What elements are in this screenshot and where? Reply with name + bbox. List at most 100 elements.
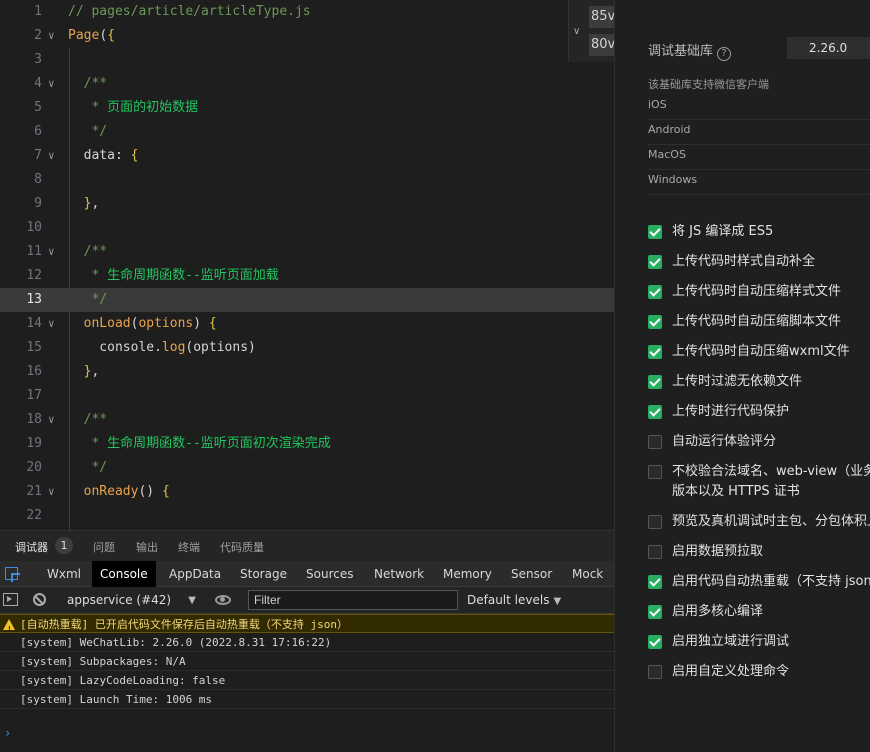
code-token: }: [68, 196, 92, 211]
tab-wxml[interactable]: Wxml: [39, 561, 89, 587]
setting-option[interactable]: 启用代码自动热重载（不支持 json: [648, 572, 870, 596]
console-prompt[interactable]: ›: [4, 726, 11, 740]
platform-item: MacOS: [648, 145, 870, 170]
help-icon[interactable]: ?: [717, 47, 732, 61]
fold-chevron-icon[interactable]: ∨: [48, 144, 55, 168]
fold-chevron-icon[interactable]: ∨: [48, 240, 55, 264]
code-line[interactable]: 8: [0, 168, 614, 192]
checkbox-checked[interactable]: [648, 375, 662, 389]
checkbox-checked[interactable]: [648, 575, 662, 589]
code-line[interactable]: 5 * 页面的初始数据: [0, 96, 614, 120]
code-line[interactable]: 22: [0, 504, 614, 528]
checkbox-unchecked[interactable]: [648, 435, 662, 449]
code-line[interactable]: 2 ∨ Page({: [0, 24, 614, 48]
code-line[interactable]: 19 * 生命周期函数--监听页面初次渲染完成: [0, 432, 614, 456]
code-line[interactable]: 18 ∨ /**: [0, 408, 614, 432]
code-line[interactable]: 21 ∨ onReady() {: [0, 480, 614, 504]
tab-terminal[interactable]: 终端: [178, 539, 200, 555]
checkbox-unchecked[interactable]: [648, 665, 662, 679]
filter-input[interactable]: [248, 590, 458, 610]
code-line[interactable]: 13 */: [0, 288, 614, 312]
setting-option[interactable]: 启用数据预拉取: [648, 542, 870, 566]
context-selector[interactable]: appservice (#42) ▼: [62, 587, 202, 614]
tab-appdata[interactable]: AppData: [161, 561, 229, 587]
code-line[interactable]: 12 * 生命周期函数--监听页面加载: [0, 264, 614, 288]
suggestion-item[interactable]: 85v: [589, 6, 617, 28]
tab-problems[interactable]: 问题: [93, 539, 115, 555]
suggestion-item[interactable]: 80v: [589, 34, 617, 56]
setting-option[interactable]: 预览及真机调试时主包、分包体积上: [648, 512, 870, 536]
setting-option[interactable]: 上传时过滤无依赖文件: [648, 372, 870, 396]
tab-sensor[interactable]: Sensor: [503, 561, 560, 587]
log-levels-dropdown[interactable]: Default levels ▼: [467, 587, 561, 614]
setting-option[interactable]: 上传代码时自动压缩脚本文件: [648, 312, 870, 336]
code-token: /**: [68, 244, 108, 259]
setting-option[interactable]: 上传代码时自动压缩样式文件: [648, 282, 870, 306]
setting-option[interactable]: 启用独立域进行调试: [648, 632, 870, 656]
checkbox-checked[interactable]: [648, 225, 662, 239]
checkbox-checked[interactable]: [648, 345, 662, 359]
base-library-label: 调试基础库?: [648, 40, 732, 61]
chevron-down-icon[interactable]: ∨: [573, 26, 580, 37]
code-token: *: [68, 268, 108, 283]
tab-storage[interactable]: Storage: [232, 561, 295, 587]
inspect-element-icon[interactable]: [5, 567, 20, 582]
tab-debugger[interactable]: 调试器: [15, 539, 48, 555]
checkbox-unchecked[interactable]: [648, 545, 662, 559]
code-line[interactable]: 9 },: [0, 192, 614, 216]
caret-down-icon: ▼: [553, 596, 562, 607]
checkbox-checked[interactable]: [648, 635, 662, 649]
checkbox-checked[interactable]: [648, 255, 662, 269]
code-token: (options): [185, 340, 256, 355]
code-line[interactable]: 11 ∨ /**: [0, 240, 614, 264]
code-line[interactable]: 10: [0, 216, 614, 240]
tab-sources[interactable]: Sources: [298, 561, 361, 587]
code-line[interactable]: 17: [0, 384, 614, 408]
tab-memory[interactable]: Memory: [435, 561, 500, 587]
checkbox-checked[interactable]: [648, 605, 662, 619]
tab-output[interactable]: 输出: [136, 539, 158, 555]
checkbox-checked[interactable]: [648, 315, 662, 329]
code-line[interactable]: 1 // pages/article/articleType.js: [0, 0, 614, 24]
setting-option[interactable]: 自动运行体验评分: [648, 432, 870, 456]
base-library-select[interactable]: 2.26.0 0: [787, 37, 870, 59]
show-sidebar-icon[interactable]: [3, 593, 18, 606]
code-line[interactable]: 15 console.log(options): [0, 336, 614, 360]
fold-chevron-icon[interactable]: ∨: [48, 312, 55, 336]
line-number: 16: [26, 364, 42, 379]
setting-option[interactable]: 启用多核心编译: [648, 602, 870, 626]
platform-item: Windows: [648, 170, 870, 195]
checkbox-unchecked[interactable]: [648, 515, 662, 529]
code-line[interactable]: 7 ∨ data: {: [0, 144, 614, 168]
code-editor[interactable]: 1// pages/article/articleType.js 2 ∨ Page({…: [0, 0, 614, 530]
checkbox-checked[interactable]: [648, 405, 662, 419]
clear-console-icon[interactable]: [33, 593, 46, 606]
setting-option[interactable]: 启用自定义处理命令: [648, 662, 870, 686]
line-number: 9: [34, 196, 42, 211]
code-line[interactable]: 6 */: [0, 120, 614, 144]
code-line[interactable]: 20 */: [0, 456, 614, 480]
code-line[interactable]: 16 },: [0, 360, 614, 384]
checkbox-checked[interactable]: [648, 285, 662, 299]
fold-chevron-icon[interactable]: ∨: [48, 24, 55, 48]
code-line[interactable]: 4 ∨ /**: [0, 72, 614, 96]
code-line[interactable]: 14 ∨ onLoad(options) {: [0, 312, 614, 336]
setting-option[interactable]: 不校验合法域名、web-view（业务 版本以及 HTTPS 证书: [648, 462, 870, 499]
base-library-version: 2.26.0: [809, 41, 848, 55]
fold-chevron-icon[interactable]: ∨: [48, 480, 55, 504]
code-line[interactable]: 3: [0, 48, 614, 72]
setting-option[interactable]: 上传代码时自动压缩wxml文件: [648, 342, 870, 366]
fold-chevron-icon[interactable]: ∨: [48, 72, 55, 96]
caret-down-icon: ▼: [188, 595, 196, 606]
tab-console[interactable]: Console: [92, 561, 156, 587]
eye-icon[interactable]: [215, 595, 231, 605]
tab-mock[interactable]: Mock: [564, 561, 611, 587]
setting-option[interactable]: 上传时进行代码保护: [648, 402, 870, 426]
setting-option[interactable]: 将 JS 编译成 ES5: [648, 222, 870, 246]
code-text: data: {: [68, 144, 139, 168]
fold-chevron-icon[interactable]: ∨: [48, 408, 55, 432]
checkbox-unchecked[interactable]: [648, 465, 662, 479]
tab-code-quality[interactable]: 代码质量: [220, 539, 264, 555]
setting-option[interactable]: 上传代码时样式自动补全: [648, 252, 870, 276]
tab-network[interactable]: Network: [366, 561, 432, 587]
